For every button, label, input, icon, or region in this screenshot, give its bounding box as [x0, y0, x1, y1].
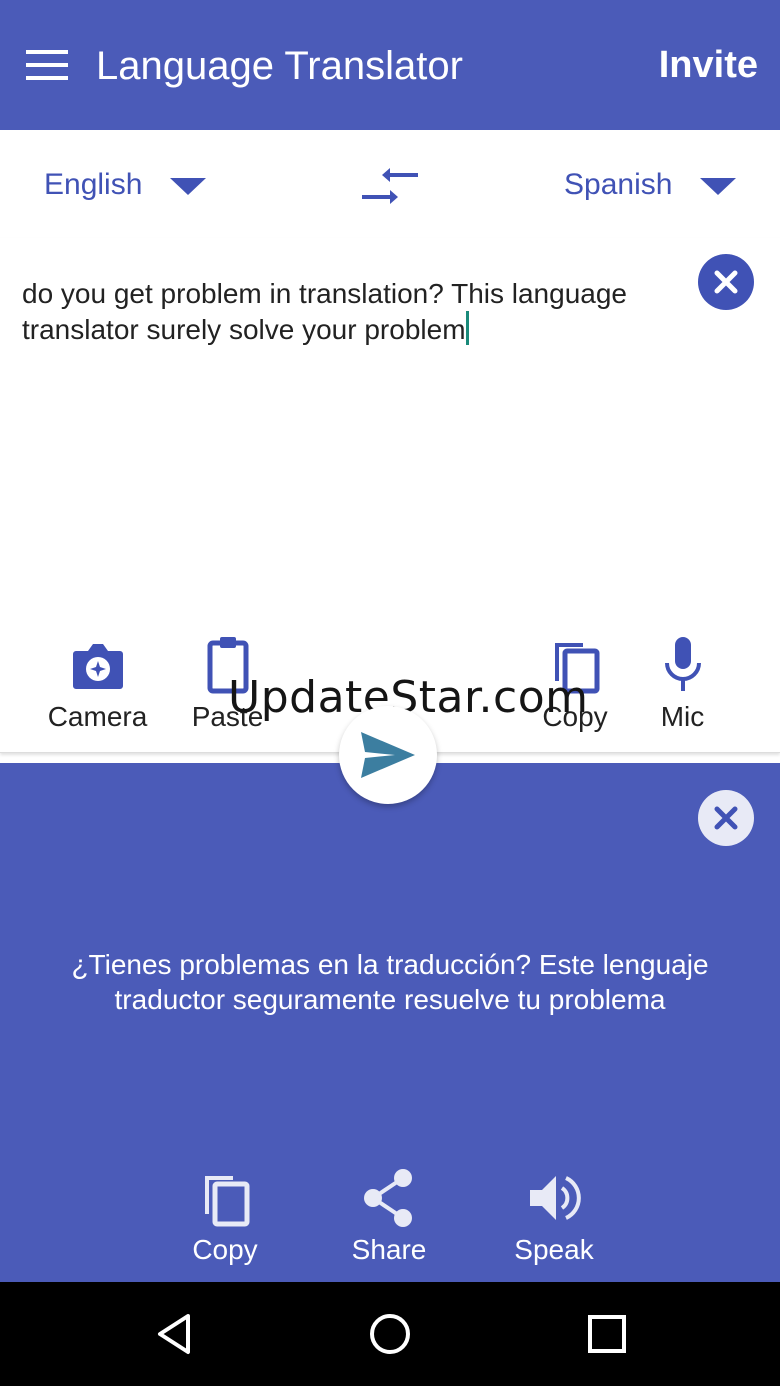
share-icon [364, 1169, 412, 1227]
speak-label: Speak [514, 1234, 594, 1265]
source-language-dropdown[interactable]: English [44, 168, 207, 202]
source-text-value: do you get problem in translation? This … [22, 278, 627, 345]
target-language-dropdown[interactable]: Spanish [564, 168, 737, 202]
share-button[interactable]: Share [340, 1166, 438, 1266]
copy-icon [205, 1176, 250, 1227]
share-label: Share [351, 1234, 427, 1265]
close-icon [714, 270, 738, 294]
clear-input-button[interactable] [698, 254, 754, 310]
source-language-label: English [44, 168, 143, 201]
mic-button[interactable]: Mic [645, 633, 720, 733]
app-title: Language Translator [96, 44, 463, 88]
mic-label: Mic [660, 701, 705, 732]
translate-send-button[interactable] [339, 706, 437, 804]
invite-button[interactable]: Invite [659, 44, 758, 87]
chevron-down-icon [170, 177, 207, 195]
translated-text: ¿Tienes problemas en la traducción? Este… [71, 949, 709, 1015]
speak-button[interactable]: Speak [505, 1166, 603, 1266]
chevron-down-icon [700, 177, 737, 195]
language-selector-bar: English Spanish [0, 130, 780, 239]
copy-output-button[interactable]: Copy [180, 1166, 270, 1266]
clear-output-button[interactable] [698, 790, 754, 846]
target-language-label: Spanish [564, 168, 673, 201]
camera-button[interactable]: Camera [40, 633, 155, 733]
home-icon[interactable] [368, 1312, 412, 1356]
system-navigation-bar [0, 1282, 780, 1386]
camera-label: Camera [47, 701, 148, 732]
source-text-input[interactable]: do you get problem in translation? This … [22, 276, 682, 347]
send-icon [361, 732, 415, 778]
text-cursor [465, 311, 469, 345]
speaker-icon [530, 1176, 581, 1220]
copy-label: Copy [192, 1234, 258, 1265]
camera-icon [72, 644, 123, 689]
swap-icon[interactable] [360, 166, 420, 206]
back-icon[interactable] [152, 1312, 196, 1356]
app-bar: Language Translator Invite [0, 0, 780, 130]
close-icon [714, 806, 738, 830]
translation-output-panel: ¿Tienes problemas en la traducción? Este… [0, 763, 780, 1282]
recents-icon[interactable] [585, 1312, 629, 1356]
menu-icon[interactable] [26, 50, 68, 80]
mic-icon [664, 637, 701, 691]
